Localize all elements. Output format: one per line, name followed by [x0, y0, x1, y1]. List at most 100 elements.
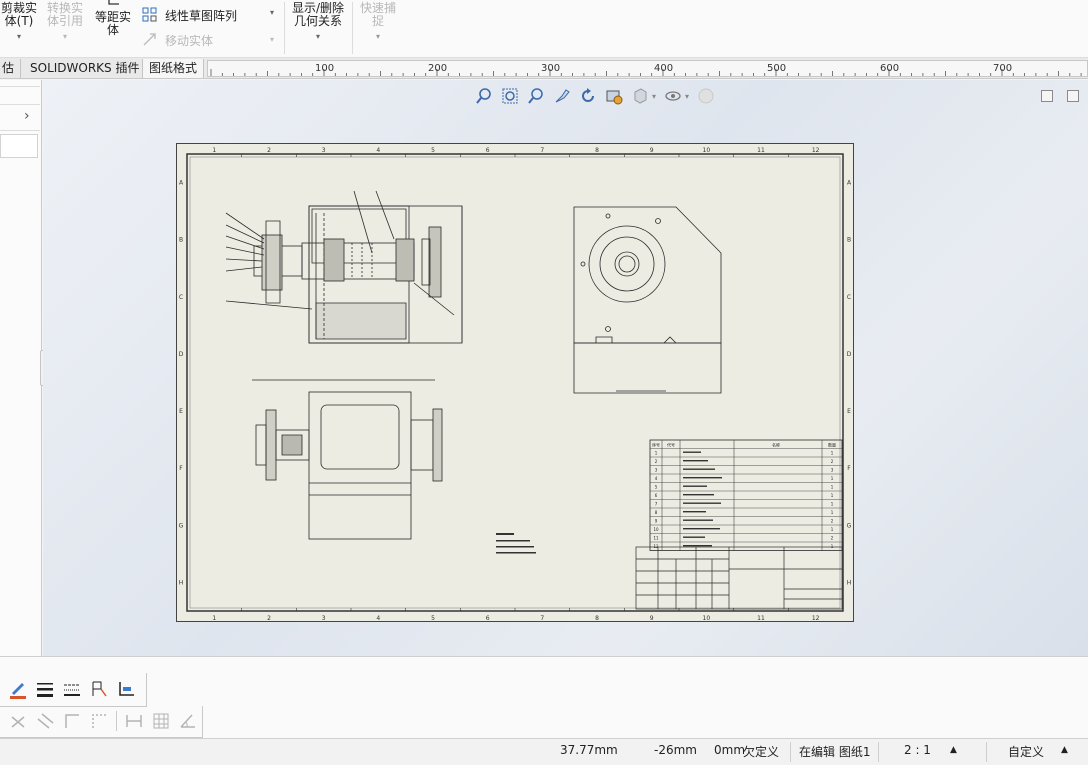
chevron-down-icon[interactable]: ▾	[0, 30, 38, 43]
display-style-icon[interactable]	[631, 87, 649, 105]
offset-label-line2: 体	[106, 23, 119, 37]
border-zone-number: 5	[431, 615, 435, 622]
bom-header-cell: 名称	[772, 441, 780, 447]
border-zone-letter: G	[179, 522, 184, 529]
bom-quantity: 3	[831, 468, 834, 473]
bom-item-number: 5	[655, 485, 658, 490]
rotate-icon[interactable]	[579, 87, 597, 105]
toolbar-separator	[352, 2, 353, 54]
bom-part-text	[683, 460, 708, 462]
line-style-icon[interactable]	[62, 679, 82, 699]
hide-show-icon[interactable]	[664, 87, 682, 105]
linear-pattern-button[interactable]: 线性草图阵列	[141, 6, 237, 24]
border-zone-number: 2	[267, 615, 271, 622]
zoom-in-out-icon[interactable]	[527, 87, 545, 105]
section-view-icon[interactable]	[605, 87, 623, 105]
graphics-area[interactable]: ▾ ▾ 1 1 2 2 3 3 4 4 5 5 6 6 7 7 8 8 9 9 10 10 11 11 12 12 A A B B C C…	[43, 80, 1088, 656]
ruler-label: 300	[541, 63, 560, 74]
appearance-icon[interactable]	[697, 87, 715, 105]
bom-quantity: 1	[831, 510, 834, 515]
border-zone-number: 11	[757, 615, 765, 622]
tab-evaluate[interactable]: 估	[0, 59, 22, 78]
trim-entities-button[interactable]: 剪裁实 体(T) ▾	[0, 2, 38, 43]
status-separator	[790, 742, 791, 762]
bom-quantity: 1	[831, 544, 834, 549]
chevron-down-icon[interactable]: ▾	[652, 92, 656, 101]
color-display-mode-icon[interactable]	[116, 679, 136, 699]
bom-quantity: 2	[831, 519, 834, 524]
parallel-relation-icon[interactable]	[35, 711, 55, 731]
chevron-down-icon[interactable]: ▾	[288, 30, 348, 43]
align-horizontal-icon[interactable]	[124, 711, 144, 731]
chevron-down-icon[interactable]: ▾	[44, 30, 86, 43]
tab-solidworks-addins[interactable]: SOLIDWORKS 插件	[24, 59, 147, 78]
border-zone-letter: B	[847, 237, 851, 244]
cursor-x-coordinate: 37.77mm	[560, 743, 618, 757]
zoom-to-fit-icon[interactable]	[475, 87, 493, 105]
toolbar-separator	[284, 2, 285, 54]
toolbar-separator	[116, 711, 117, 731]
horizontal-relation-icon[interactable]	[8, 711, 28, 731]
convert-label-line2: 体引用	[46, 14, 83, 28]
sheet-scale[interactable]: 2 : 1	[904, 743, 931, 757]
bottom-toolbar-area	[0, 656, 1088, 738]
line-thickness-icon[interactable]	[35, 679, 55, 699]
display-delete-relations-button[interactable]: 显示/删除 几何关系 ▾	[288, 2, 348, 43]
tab-sheet-format[interactable]: 图纸格式	[142, 59, 205, 78]
border-zone-number: 4	[376, 147, 380, 154]
border-zone-number: 10	[703, 147, 711, 154]
angle-icon[interactable]	[178, 711, 198, 731]
bom-quantity: 1	[831, 476, 834, 481]
border-zone-letter: C	[847, 294, 851, 301]
hide-show-edges-icon[interactable]	[89, 679, 109, 699]
filter-input[interactable]	[0, 134, 38, 158]
zoom-area-icon[interactable]	[501, 87, 519, 105]
border-zone-letter: F	[179, 465, 183, 472]
chevron-up-icon[interactable]: ▲	[950, 745, 957, 755]
ruler-label: 400	[654, 63, 673, 74]
ruler-label: 100	[315, 63, 334, 74]
border-zone-number: 9	[650, 615, 654, 622]
border-zone-letter: D	[179, 351, 184, 358]
bom-part-text	[683, 485, 707, 487]
move-entities-button[interactable]: 移动实体	[141, 31, 213, 49]
chevron-right-icon[interactable]: ›	[24, 108, 30, 124]
convert-entities-button[interactable]: 转换实 体引用 ▾	[44, 2, 86, 43]
chevron-down-icon[interactable]: ▾	[270, 35, 274, 44]
ruler-label: 200	[428, 63, 447, 74]
offset-label-line1: 等距实	[94, 10, 131, 24]
bom-part-text	[683, 536, 705, 538]
chevron-down-icon[interactable]: ▾	[356, 30, 400, 43]
bom-part-text	[683, 519, 713, 521]
grid-icon[interactable]	[151, 711, 171, 731]
panel-divider	[0, 104, 40, 105]
bom-part-text	[683, 502, 721, 504]
previous-view-icon[interactable]	[553, 87, 571, 105]
bom-part-text	[683, 545, 712, 547]
drawing-sheet[interactable]: 1 1 2 2 3 3 4 4 5 5 6 6 7 7 8 8 9 9 10 10 11 11 12 12 A A B B C C D D E E…	[176, 143, 854, 622]
maximize-view-button[interactable]	[1067, 90, 1079, 102]
chevron-up-icon[interactable]: ▲	[1061, 745, 1068, 755]
border-zone-number: 1	[212, 147, 216, 154]
border-zone-number: 2	[267, 147, 271, 154]
line-color-icon[interactable]	[8, 679, 28, 699]
line-format-toolbar	[2, 679, 142, 699]
restore-view-button[interactable]	[1041, 90, 1053, 102]
corner-relation-icon[interactable]	[89, 711, 109, 731]
bom-part-text	[683, 494, 714, 496]
perpendicular-relation-icon[interactable]	[62, 711, 82, 731]
cursor-z-coordinate: 0mm	[714, 743, 746, 757]
border-zone-number: 3	[322, 147, 326, 154]
quick-snaps-button[interactable]: 快速捕 捉 ▾	[356, 2, 400, 43]
convert-label-line1: 转换实	[46, 1, 83, 15]
border-zone-number: 5	[431, 147, 435, 154]
bom-quantity: 1	[831, 502, 834, 507]
chevron-down-icon[interactable]: ▾	[270, 8, 274, 17]
chevron-down-icon[interactable]: ▾	[685, 92, 689, 101]
linear-pattern-label: 线性草图阵列	[165, 8, 238, 23]
bom-item-number: 10	[653, 527, 659, 532]
border-zone-number: 7	[540, 615, 544, 622]
offset-entities-button[interactable]: 等距实 体	[92, 0, 134, 37]
unit-system[interactable]: 自定义	[1008, 743, 1044, 760]
ruler-label: 600	[880, 63, 899, 74]
